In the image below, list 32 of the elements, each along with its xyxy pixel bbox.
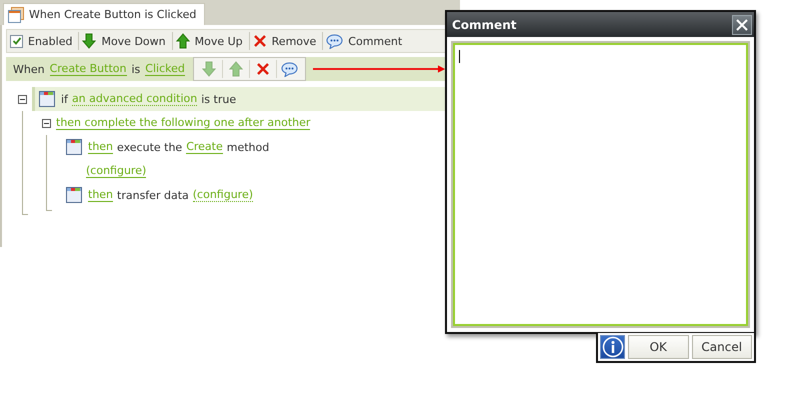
cross-icon: [252, 34, 267, 48]
checkmark-icon: [12, 36, 22, 46]
document-tab[interactable]: When Create Button is Clicked: [3, 3, 206, 25]
arrow-up-icon: [176, 33, 190, 49]
close-icon: [736, 18, 748, 30]
move-up-button[interactable]: Move Up: [172, 31, 249, 51]
window-icon: [66, 187, 82, 203]
info-icon: [602, 336, 624, 358]
cancel-button[interactable]: Cancel: [692, 335, 752, 359]
arrow-down-icon: [82, 33, 96, 49]
action-text: transfer data: [117, 188, 189, 202]
collapse-toggle[interactable]: [18, 94, 27, 104]
window-icon: [39, 91, 55, 107]
rule-text: is: [132, 62, 140, 76]
collapse-toggle[interactable]: [42, 118, 51, 128]
condition-text: is true: [201, 92, 236, 106]
window-icon: [66, 139, 82, 155]
info-button[interactable]: [600, 335, 625, 359]
action-text: method: [226, 140, 270, 154]
selected-row[interactable]: if an advanced condition is true: [32, 87, 445, 111]
dialog-title: Comment: [452, 18, 516, 32]
window-icon: [8, 6, 24, 22]
ok-button[interactable]: OK: [628, 335, 688, 359]
close-button[interactable]: [732, 14, 752, 34]
condition-text: if: [61, 92, 68, 106]
speech-bubble-icon: [326, 34, 344, 48]
rule-text: When: [13, 62, 45, 76]
enabled-checkbox[interactable]: Enabled: [7, 31, 78, 51]
comment-button[interactable]: Comment: [323, 31, 408, 51]
move-down-button[interactable]: Move Down: [79, 31, 172, 51]
remove-button[interactable]: Remove: [250, 31, 322, 51]
action-text: execute the: [117, 140, 182, 154]
